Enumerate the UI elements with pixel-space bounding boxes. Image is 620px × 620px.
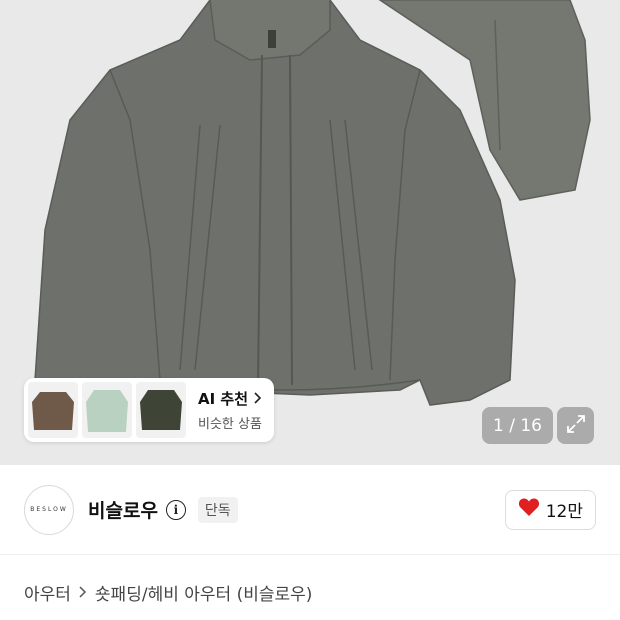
expand-button[interactable] — [557, 407, 594, 444]
brand-logo[interactable]: BESLOW — [24, 484, 74, 535]
brand-name[interactable]: 비슬로우 — [88, 496, 158, 523]
like-button[interactable]: 12만 — [504, 489, 596, 530]
exclusive-badge: 단독 — [197, 496, 238, 523]
chevron-right-icon — [79, 582, 87, 603]
like-count: 12만 — [545, 502, 583, 522]
breadcrumb-item-category[interactable]: 숏패딩/헤비 아우터 (비슬로우) — [95, 580, 312, 605]
image-counter: 1 / 16 — [482, 407, 553, 444]
product-image-gallery[interactable]: AI 추천 비슷한 상품 1 / 16 — [0, 0, 620, 465]
recommend-thumb-2[interactable] — [82, 382, 132, 438]
brand-logo-text: BESLOW — [30, 506, 68, 513]
info-icon[interactable]: i — [165, 499, 186, 520]
brand-row: BESLOW 비슬로우 i 단독 12만 — [0, 465, 620, 555]
expand-icon — [565, 413, 587, 439]
ai-recommend-subtitle: 비슷한 상품 — [198, 417, 262, 432]
chevron-right-icon — [254, 390, 262, 408]
heart-icon — [518, 497, 540, 522]
breadcrumb-item-outer[interactable]: 아우터 — [24, 580, 71, 605]
recommend-thumb-3[interactable] — [136, 382, 186, 438]
breadcrumb: 아우터 숏패딩/헤비 아우터 (비슬로우) — [24, 580, 312, 605]
recommend-thumb-1[interactable] — [28, 382, 78, 438]
ai-recommend-card[interactable]: AI 추천 비슷한 상품 — [24, 378, 274, 442]
ai-recommend-title: AI 추천 — [198, 390, 249, 408]
